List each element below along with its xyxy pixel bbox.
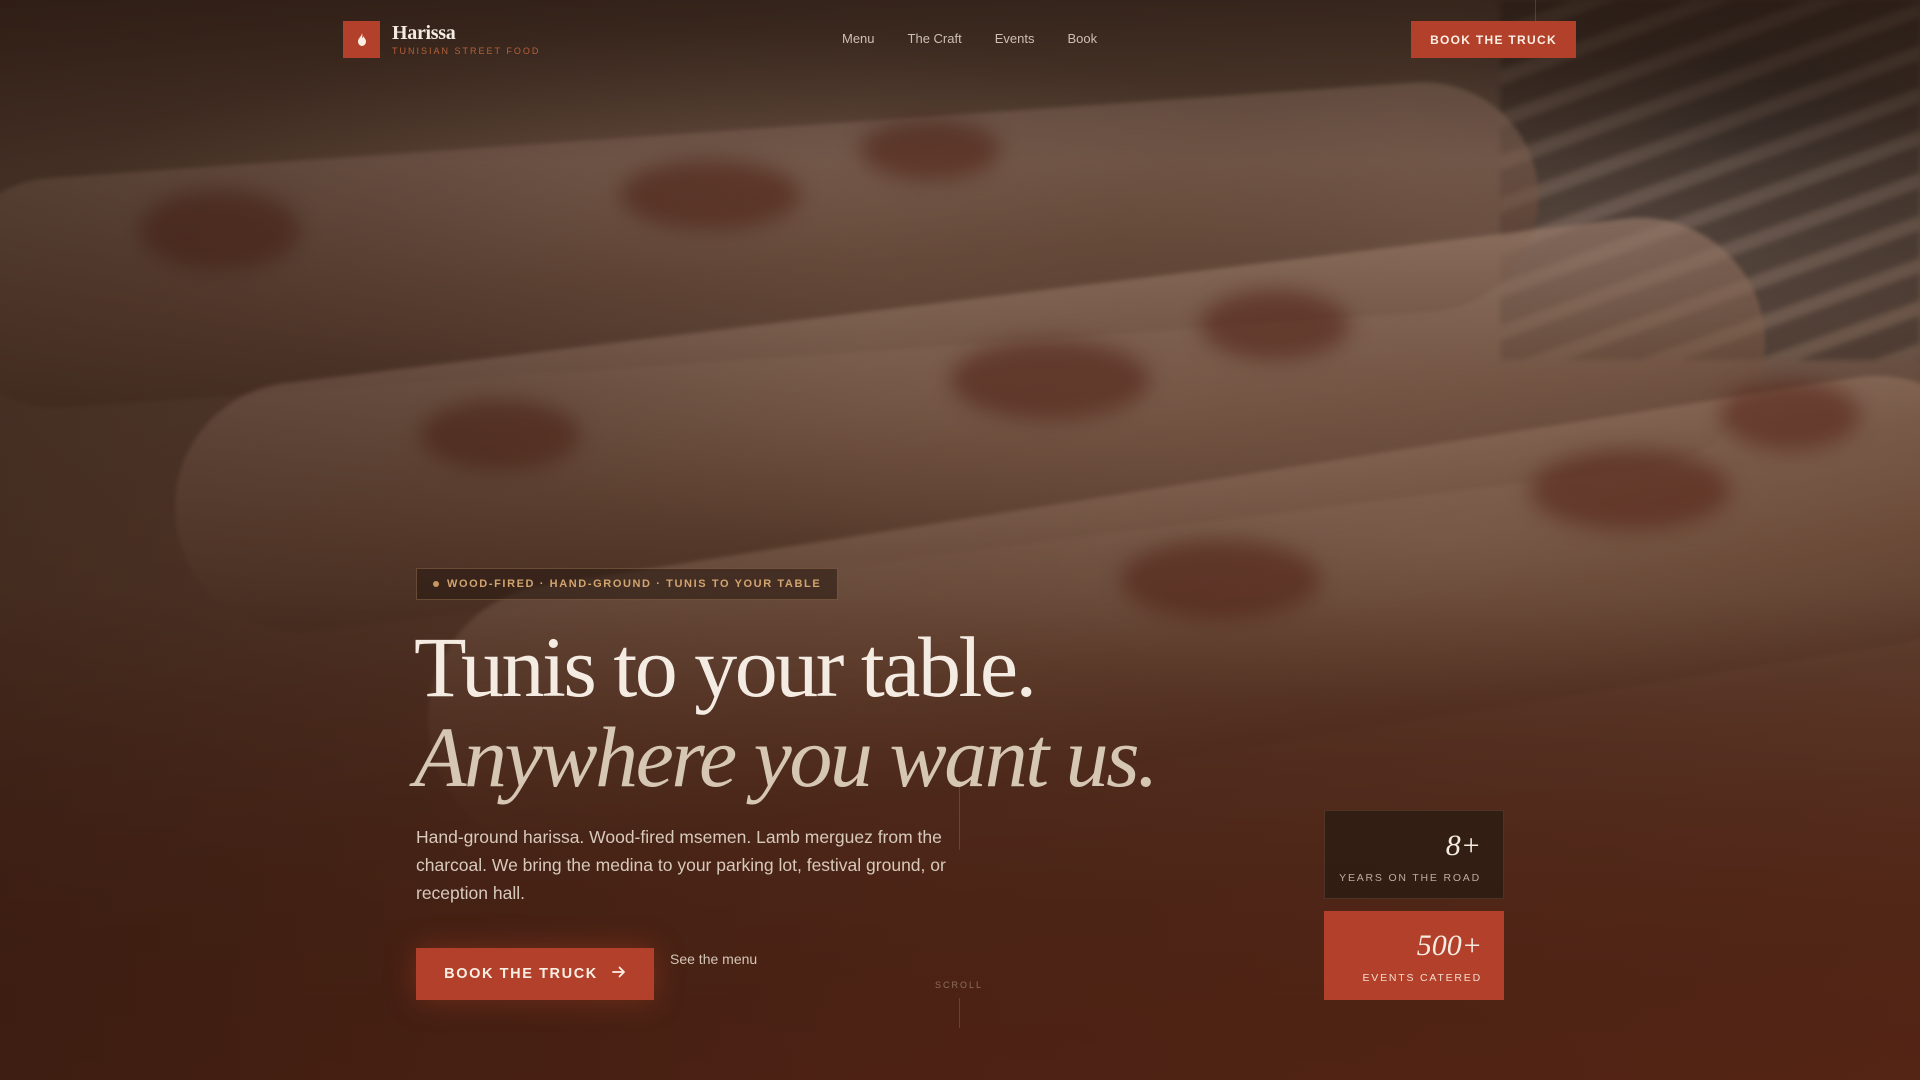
scroll-indicator[interactable]: SCROLL <box>935 980 983 990</box>
stat-label: EVENTS CATERED <box>1362 972 1482 984</box>
stat-card-years: 8+ YEARS ON THE ROAD <box>1324 810 1504 899</box>
scroll-line <box>959 998 960 1028</box>
nav-link-book[interactable]: Book <box>1067 31 1097 47</box>
dot-icon <box>433 581 439 587</box>
hero-headline: Tunis to your table. <box>414 619 1037 715</box>
hero-description: Hand-ground harissa. Wood-fired msemen. … <box>416 827 946 903</box>
header-book-truck-button[interactable]: BOOK THE TRUCK <box>1411 21 1576 58</box>
brand-text: Harissa TUNISIAN STREET FOOD <box>392 22 540 57</box>
brand-logo-link[interactable]: Harissa TUNISIAN STREET FOOD <box>343 21 540 58</box>
book-truck-button[interactable]: BOOK THE TRUCK <box>416 948 654 1000</box>
nav-link-events[interactable]: Events <box>995 31 1035 47</box>
stat-value: 500+ <box>1416 929 1482 962</box>
primary-nav: Menu The Craft Events Book <box>842 31 1097 47</box>
nav-link-menu[interactable]: Menu <box>842 31 875 47</box>
flame-icon <box>343 21 380 58</box>
site-header: Harissa TUNISIAN STREET FOOD Menu The Cr… <box>0 0 1920 80</box>
hero-section: Harissa TUNISIAN STREET FOOD Menu The Cr… <box>0 0 1920 1080</box>
nav-link-the-craft[interactable]: The Craft <box>908 31 962 47</box>
stat-value: 8+ <box>1445 829 1481 862</box>
hero-eyebrow-text: WOOD-FIRED · HAND-GROUND · TUNIS TO YOUR… <box>447 578 822 590</box>
stat-card-events: 500+ EVENTS CATERED <box>1324 911 1504 1000</box>
book-truck-button-label: BOOK THE TRUCK <box>444 966 598 982</box>
hero-headline-italic: Anywhere you want us. <box>414 709 1159 805</box>
brand-tagline: TUNISIAN STREET FOOD <box>392 46 541 56</box>
brand-name: Harissa <box>392 22 456 44</box>
hero-overlay <box>0 0 1920 1080</box>
hero-eyebrow-badge: WOOD-FIRED · HAND-GROUND · TUNIS TO YOUR… <box>416 568 839 600</box>
stat-label: YEARS ON THE ROAD <box>1339 872 1481 884</box>
see-menu-link[interactable]: See the menu <box>670 950 757 968</box>
arrow-right-icon <box>611 966 626 982</box>
